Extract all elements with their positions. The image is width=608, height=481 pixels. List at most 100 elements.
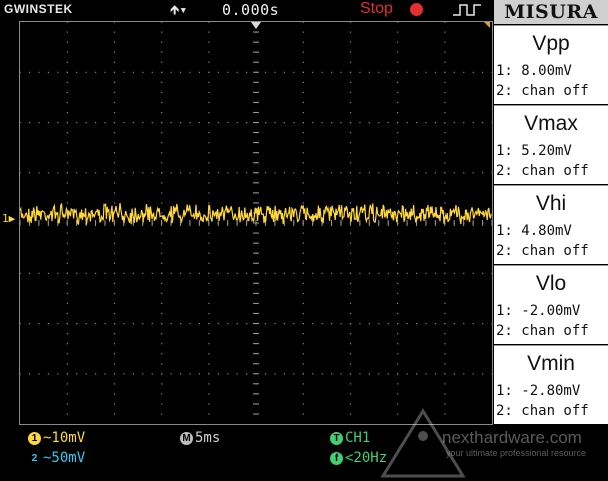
- grid-dot: [85, 323, 87, 325]
- grid-dot: [444, 282, 446, 284]
- grid-dot: [397, 122, 399, 124]
- grid-dot: [302, 122, 304, 124]
- grid-dot: [406, 323, 408, 325]
- ch2-scale-readout[interactable]: 2 ~50mV: [28, 450, 85, 466]
- grid-dot: [378, 272, 380, 274]
- grid-dot: [463, 71, 465, 73]
- grid-dot: [321, 122, 323, 124]
- trigger-position-icon: 🡹▾: [170, 3, 188, 18]
- grid-dot: [321, 373, 323, 375]
- grid-dot: [113, 22, 116, 23]
- grid-dot: [189, 71, 191, 73]
- grid-dot: [28, 71, 31, 73]
- grid-dot: [302, 31, 304, 33]
- measure-ch1-value: 1: -2.80mV: [496, 383, 581, 399]
- grid-dot: [283, 272, 286, 274]
- grid-dot: [66, 202, 68, 204]
- trigger-source-readout[interactable]: T CH1: [330, 430, 370, 446]
- ch1-scale-readout[interactable]: 1 ~10mV: [28, 430, 85, 446]
- grid-dot: [397, 252, 399, 254]
- grid-dot: [434, 323, 437, 325]
- grid-dot: [425, 272, 427, 274]
- grid-dot: [302, 51, 304, 53]
- grid-dot: [208, 31, 210, 33]
- grid-dot: [123, 272, 125, 274]
- measure-ch1-value: 1: -2.00mV: [496, 303, 581, 319]
- watermark-subtitle: your ultimate professional resource: [446, 448, 587, 458]
- grid-dot: [66, 91, 68, 94]
- grid-dot: [208, 152, 210, 154]
- grid-dot: [283, 122, 286, 124]
- grid-dot: [57, 272, 59, 274]
- grid-dot: [208, 122, 210, 124]
- grid-dot: [227, 323, 229, 325]
- waveform-display[interactable]: [19, 21, 493, 425]
- measurement-panel: MISURA Vpp 1: 8.00mV 2: chan off Vmax 1:…: [494, 0, 608, 430]
- grid-dot: [368, 323, 370, 325]
- grid-dot: [113, 333, 116, 335]
- grid-dot: [349, 413, 352, 415]
- measure-ch2-value: 2: chan off: [496, 163, 589, 179]
- grid-dot: [444, 383, 446, 385]
- measure-vhi[interactable]: Vhi 1: 4.80mV 2: chan off: [494, 185, 608, 264]
- grid-dot: [302, 71, 304, 73]
- grid-dot: [349, 111, 352, 114]
- grid-dot: [302, 292, 304, 295]
- grid-dot: [312, 323, 314, 325]
- grid-dot: [113, 31, 116, 33]
- grid-dot: [132, 122, 134, 124]
- measure-vmax[interactable]: Vmax 1: 5.20mV 2: chan off: [494, 105, 608, 184]
- grid-dot: [302, 22, 304, 23]
- run-status-label[interactable]: Stop: [360, 0, 393, 18]
- grid-dot: [463, 373, 465, 375]
- grid-dot: [113, 383, 116, 385]
- grid-dot: [387, 272, 389, 274]
- grid-dot: [66, 302, 68, 305]
- grid-dot: [349, 41, 352, 43]
- grid-dot: [236, 172, 238, 174]
- grid-dot: [397, 81, 399, 83]
- grid-dot: [142, 323, 144, 325]
- grid-dot: [453, 71, 455, 73]
- grid-dot: [161, 61, 163, 63]
- measure-vpp[interactable]: Vpp 1: 8.00mV 2: chan off: [494, 25, 608, 104]
- grid-dot: [302, 403, 304, 405]
- timebase-readout[interactable]: M 5ms: [180, 430, 220, 446]
- grid-dot: [113, 262, 116, 264]
- ch1-level-marker[interactable]: 1▶: [2, 212, 15, 225]
- grid-dot: [349, 232, 352, 234]
- grid-dot: [66, 393, 68, 395]
- grid-dot: [208, 61, 210, 63]
- grid-dot: [208, 142, 210, 144]
- grid-dot: [434, 172, 437, 174]
- measure-vlo[interactable]: Vlo 1: -2.00mV 2: chan off: [494, 265, 608, 344]
- grid-dot: [208, 192, 210, 194]
- trigger-position-marker[interactable]: [251, 22, 261, 29]
- grid-dot: [444, 172, 446, 174]
- grid-dot: [444, 252, 446, 254]
- grid-dot: [321, 71, 323, 73]
- grid-dot: [283, 172, 286, 174]
- grid-dot: [208, 403, 210, 405]
- grid-dot: [95, 71, 97, 73]
- grid-dot: [208, 242, 210, 244]
- grid-dot: [349, 152, 352, 154]
- grid-dot: [170, 172, 172, 174]
- grid-dot: [113, 323, 116, 325]
- grid-dot: [349, 333, 352, 335]
- panel-title: MISURA: [494, 0, 608, 24]
- grid-dot: [349, 353, 352, 355]
- grid-dot: [302, 373, 304, 375]
- grid-dot: [123, 71, 125, 73]
- grid-dot: [397, 403, 399, 405]
- grid-dot: [113, 272, 116, 274]
- grid-dot: [57, 71, 59, 73]
- grid-dot: [397, 353, 399, 355]
- grid-dot: [472, 71, 474, 73]
- grid-dot: [142, 272, 144, 274]
- grid-dot: [142, 71, 144, 73]
- grid-dot: [397, 393, 399, 395]
- grid-dot: [434, 272, 437, 274]
- grid-dot: [397, 182, 399, 184]
- grid-dot: [66, 242, 68, 244]
